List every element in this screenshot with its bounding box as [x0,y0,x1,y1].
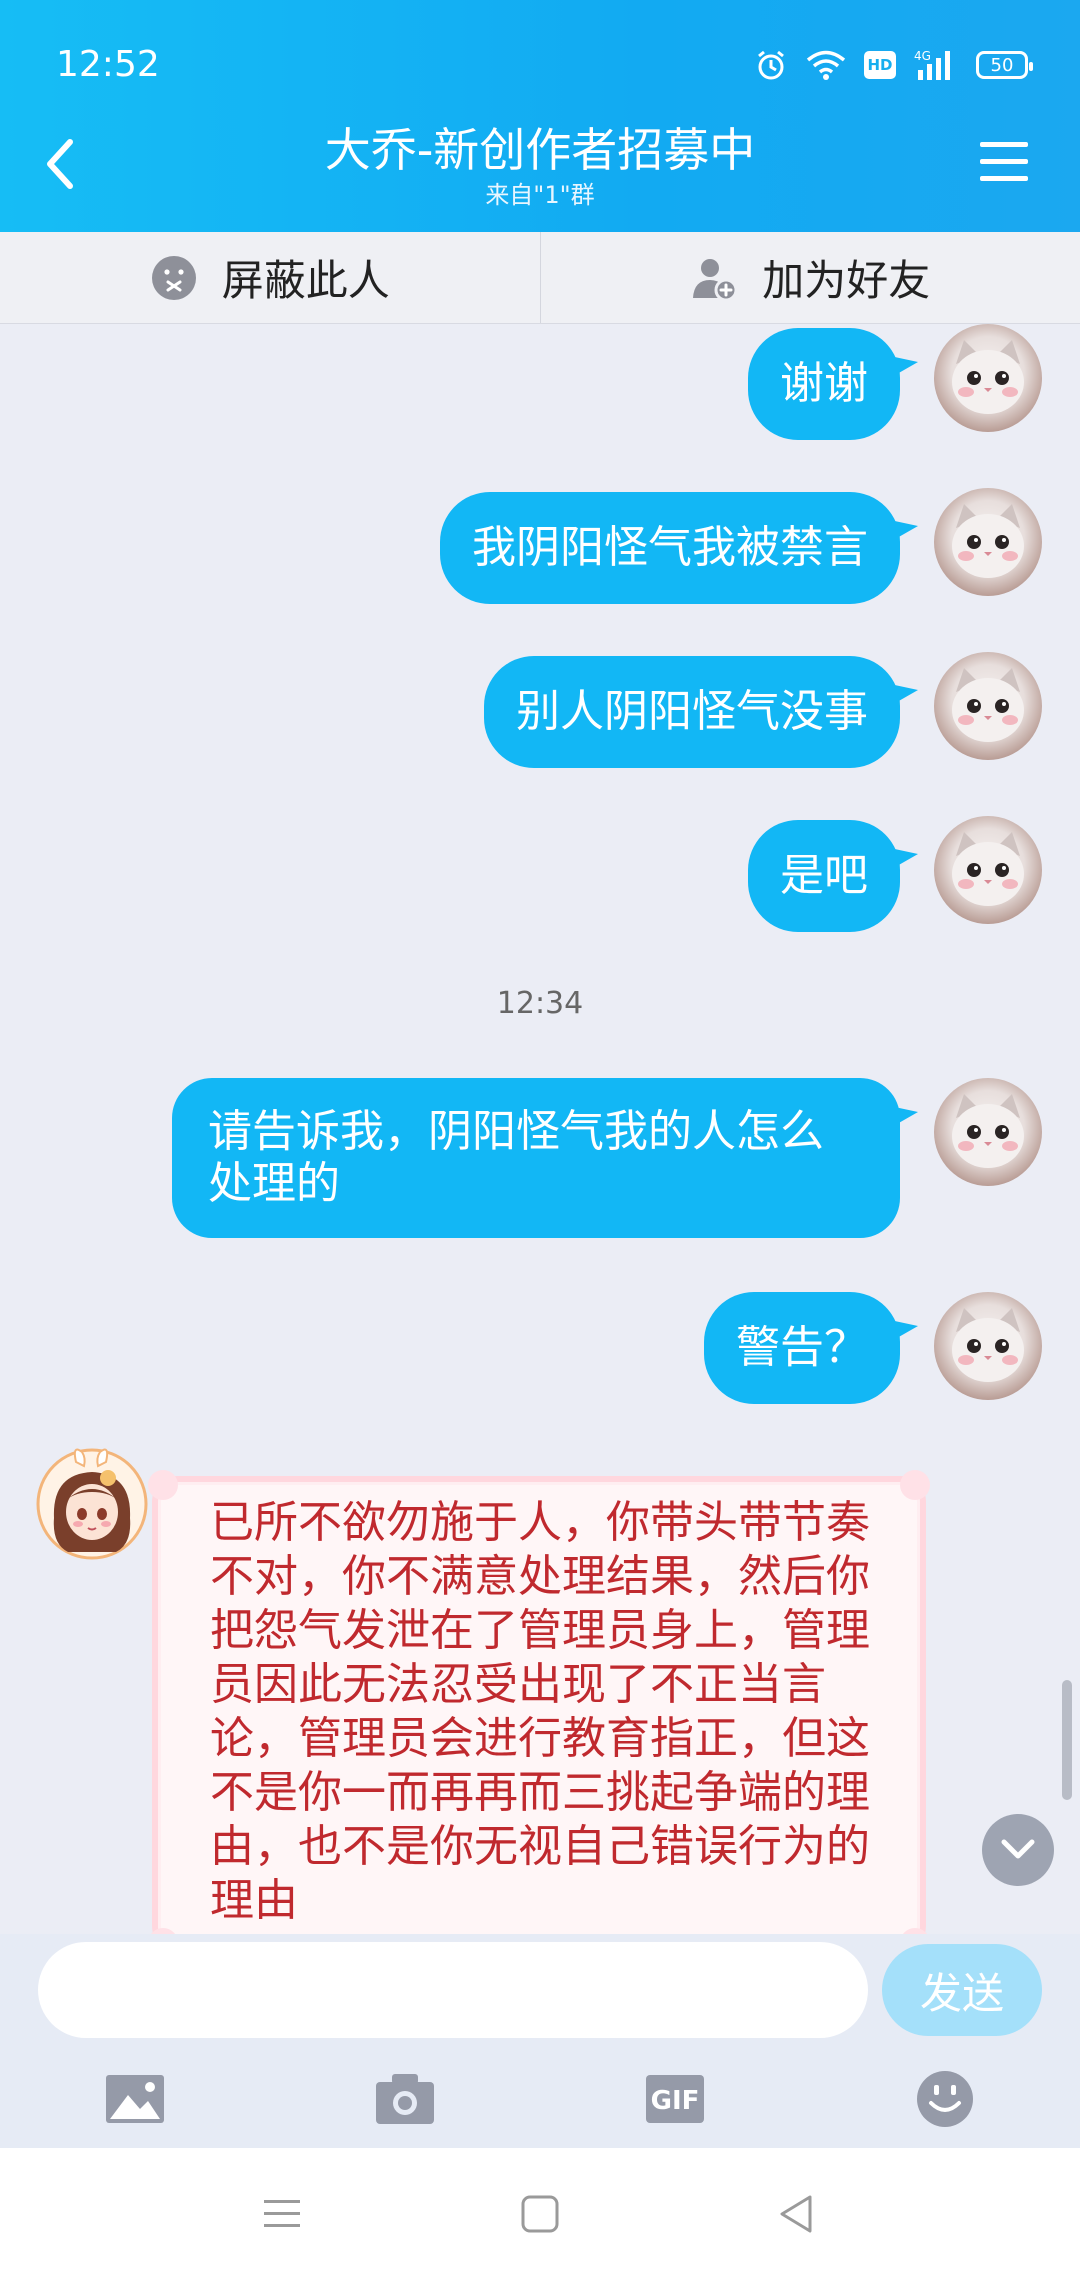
block-user-label: 屏蔽此人 [221,256,390,305]
chat-header: 12:52 HD 4G 50 大乔-新创作者招募中 来自"1"群 [0,0,1080,232]
gif-icon: GIF [646,2075,704,2123]
send-button[interactable]: 发送 [882,1944,1042,2036]
chat-title: 大乔-新创作者招募中 [324,123,756,177]
self-avatar[interactable] [934,1292,1042,1400]
wifi-icon [806,50,846,80]
hamburger-icon [980,142,1028,181]
image-button[interactable] [100,2064,170,2134]
emoji-button[interactable] [910,2064,980,2134]
message-list[interactable]: 谢谢 我阴阳怪气我被禁言 别人阴阳怪气没事 是吧 12:34 请告诉我，阴阳怪气… [0,324,1080,1934]
outgoing-message[interactable]: 别人阴阳怪气没事 [484,656,918,768]
chevron-down-icon [1001,1839,1035,1859]
nav-back-button[interactable] [766,2186,826,2242]
outgoing-message[interactable]: 是吧 [748,820,918,932]
outgoing-message[interactable]: 请告诉我，阴阳怪气我的人怎么处理的 [172,1078,918,1238]
add-friend-label: 加为好友 [762,256,931,305]
bubble-decoration [148,1470,178,1500]
block-icon [151,255,196,300]
camera-icon [376,2074,434,2124]
anime-girl-avatar-icon [36,1448,148,1560]
alarm-icon [758,50,784,80]
sender-avatar[interactable] [36,1448,148,1560]
hd-badge: HD [864,51,896,79]
add-user-icon [693,258,738,301]
message-input[interactable] [38,1942,868,2038]
title-block: 大乔-新创作者招募中 来自"1"群 [0,122,1080,210]
outgoing-message[interactable]: 我阴阳怪气我被禁言 [440,492,918,604]
status-time: 12:52 [56,44,160,85]
battery-indicator: 50 [976,51,1033,79]
outgoing-message[interactable]: 警告？ [704,1292,918,1404]
menu-button[interactable] [978,140,1030,184]
self-avatar[interactable] [934,1078,1042,1186]
nav-menu-button[interactable] [252,2186,312,2242]
outgoing-message[interactable]: 谢谢 [748,328,918,440]
cat-avatar-icon [952,504,1024,578]
network-label: 4G [914,49,931,63]
image-icon [106,2075,164,2123]
composer: 发送 GIF [0,1934,1080,2148]
self-avatar[interactable] [934,816,1042,924]
menu-icon [264,2200,300,2227]
scroll-to-bottom-button[interactable] [982,1814,1054,1886]
add-friend-button[interactable]: 加为好友 [539,232,1080,323]
triangle-back-icon [780,2195,812,2233]
profile-action-bar: 屏蔽此人 加为好友 [0,232,1080,324]
system-nav-bar [0,2148,1080,2280]
block-user-button[interactable]: 屏蔽此人 [0,232,540,323]
composer-toolbar: GIF [0,2064,1080,2144]
signal-icon: 4G [914,49,950,80]
cat-avatar-icon [952,668,1024,742]
chat-subtitle: 来自"1"群 [485,181,595,209]
incoming-message[interactable]: 已所不欲勿施于人，你带头带节奏不对，你不满意处理结果，然后你把怨气发泄在了管理员… [148,1470,930,1934]
square-icon [521,2195,559,2233]
nav-home-button[interactable] [510,2186,570,2242]
self-avatar[interactable] [934,324,1042,432]
scrollbar-thumb[interactable] [1062,1680,1072,1800]
self-avatar[interactable] [934,488,1042,596]
cat-avatar-icon [952,832,1024,906]
gif-button[interactable]: GIF [640,2064,710,2134]
cat-avatar-icon [952,1094,1024,1168]
emoji-icon [917,2071,973,2127]
cat-avatar-icon [952,1308,1024,1382]
self-avatar[interactable] [934,652,1042,760]
camera-button[interactable] [370,2064,440,2134]
gif-label: GIF [651,2086,700,2116]
status-icons: HD 4G 50 [754,48,1033,82]
cat-avatar-icon [952,340,1024,414]
message-timestamp: 12:34 [496,986,584,1021]
incoming-message-text: 已所不欲勿施于人，你带头带节奏不对，你不满意处理结果，然后你把怨气发泄在了管理员… [210,1497,870,1926]
bubble-decoration [900,1470,930,1500]
